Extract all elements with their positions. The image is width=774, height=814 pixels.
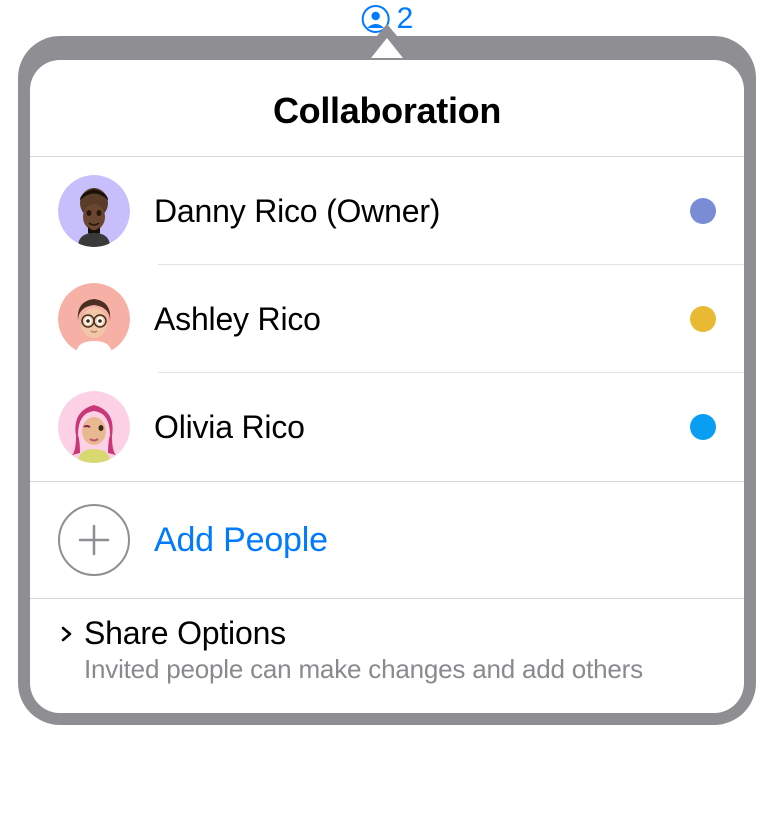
status-dot bbox=[690, 414, 716, 440]
add-people-label: Add People bbox=[154, 521, 328, 560]
avatar bbox=[58, 283, 130, 355]
popover-arrow-inner bbox=[371, 38, 403, 58]
participant-name: Danny Rico (Owner) bbox=[154, 193, 666, 230]
avatar bbox=[58, 175, 130, 247]
participant-name: Ashley Rico bbox=[154, 301, 666, 338]
share-options-title: Share Options bbox=[84, 615, 286, 652]
popover-content: Collaboration Da bbox=[30, 60, 744, 713]
chevron-right-icon bbox=[58, 626, 74, 642]
participant-name: Olivia Rico bbox=[154, 409, 666, 446]
status-dot bbox=[690, 198, 716, 224]
collaboration-popover: Collaboration Da bbox=[18, 36, 756, 725]
add-people-button[interactable]: Add People bbox=[30, 482, 744, 598]
status-dot bbox=[690, 306, 716, 332]
participant-row[interactable]: Danny Rico (Owner) bbox=[30, 157, 744, 265]
avatar bbox=[58, 391, 130, 463]
share-options-button[interactable]: Share Options Invited people can make ch… bbox=[30, 599, 744, 713]
plus-circle-icon bbox=[58, 504, 130, 576]
popover-title: Collaboration bbox=[30, 60, 744, 156]
participant-row[interactable]: Ashley Rico bbox=[30, 265, 744, 373]
participant-list: Danny Rico (Owner) bbox=[30, 157, 744, 481]
participant-row[interactable]: Olivia Rico bbox=[30, 373, 744, 481]
share-options-subtitle: Invited people can make changes and add … bbox=[84, 654, 716, 685]
